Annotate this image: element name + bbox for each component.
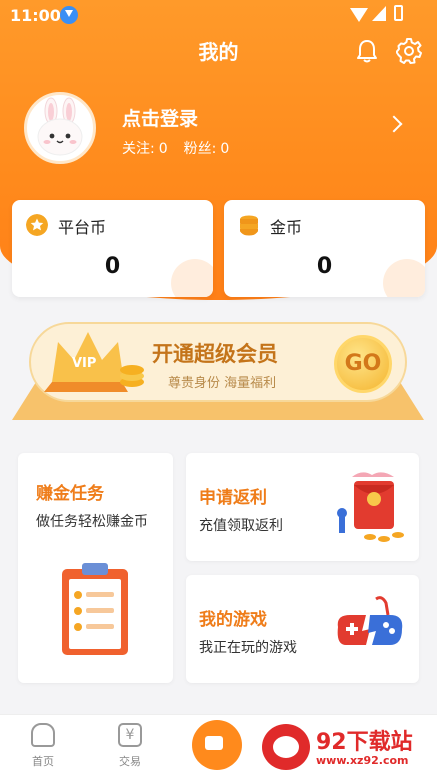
vip-title: 开通超级会员 xyxy=(152,342,278,366)
vip-subtitle: 尊贵身份 海量福利 xyxy=(168,376,277,391)
nav-trade[interactable]: ¥ 交易 xyxy=(105,723,155,769)
watermark: 92下载站 www.xz92.com xyxy=(258,716,437,777)
my-games-title: 我的游戏 xyxy=(199,610,267,630)
wifi-icon xyxy=(350,8,368,22)
fans-count: 0 xyxy=(220,141,230,157)
vip-badge: VIP xyxy=(72,356,97,371)
red-envelope-icon xyxy=(337,472,404,542)
status-bar: 11:00 xyxy=(0,0,437,32)
follow-stats: 关注: 0 粉丝: 0 xyxy=(122,138,233,158)
status-time: 11:00 xyxy=(10,6,61,25)
login-prompt[interactable]: 点击登录 xyxy=(122,104,198,131)
vip-go-button[interactable]: GO xyxy=(334,335,392,393)
watermark-url: www.xz92.com xyxy=(316,754,409,767)
battery-icon xyxy=(394,5,403,21)
rebate-subtitle: 充值领取返利 xyxy=(199,518,283,534)
trade-icon: ¥ xyxy=(118,723,142,747)
home-icon xyxy=(31,723,55,747)
platform-coin-card[interactable]: 平台币 0 xyxy=(12,200,213,297)
gold-coin-label: 金币 xyxy=(270,218,303,237)
rebate-card[interactable]: 申请返利 充值领取返利 xyxy=(186,453,419,561)
coin-stack-icon xyxy=(240,215,258,236)
earn-task-title: 赚金任务 xyxy=(36,484,104,504)
nav-home-label: 首页 xyxy=(32,755,54,768)
nav-home[interactable]: 首页 xyxy=(18,723,68,769)
avatar[interactable] xyxy=(24,92,96,164)
gear-icon[interactable] xyxy=(396,38,422,64)
watermark-logo-icon xyxy=(262,724,310,770)
earn-task-subtitle: 做任务轻松赚金币 xyxy=(36,514,148,530)
star-coin-icon xyxy=(26,214,48,236)
clipboard-icon xyxy=(62,563,128,655)
video-camera-button[interactable] xyxy=(192,720,242,770)
watermark-brand: 92下载站 xyxy=(316,730,413,755)
following-count: 0 xyxy=(158,141,168,157)
earn-task-card[interactable]: 赚金任务 做任务轻松赚金币 xyxy=(18,453,173,683)
rebate-title: 申请返利 xyxy=(199,488,267,508)
rabbit-avatar-icon xyxy=(37,97,83,156)
following-label: 关注: xyxy=(122,141,155,157)
fans-label: 粉丝: xyxy=(183,141,217,157)
gold-coin-card[interactable]: 金币 0 xyxy=(224,200,425,297)
download-icon xyxy=(60,6,78,24)
my-games-subtitle: 我正在玩的游戏 xyxy=(199,640,297,656)
gamepad-icon xyxy=(337,596,403,645)
my-games-card[interactable]: 我的游戏 我正在玩的游戏 xyxy=(186,575,419,683)
nav-trade-label: 交易 xyxy=(119,755,141,768)
platform-coin-label: 平台币 xyxy=(58,218,107,237)
bell-icon[interactable] xyxy=(355,38,379,64)
signal-icon xyxy=(372,6,386,21)
